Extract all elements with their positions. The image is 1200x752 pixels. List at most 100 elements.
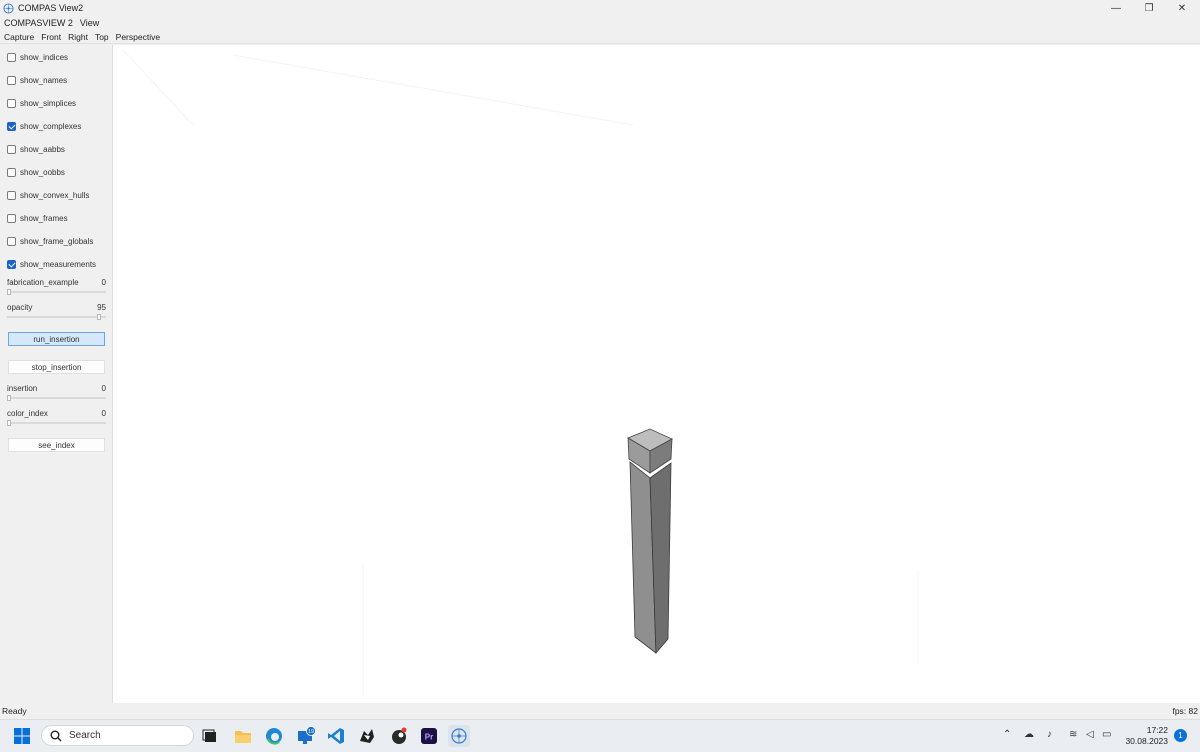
slider-track[interactable]	[7, 422, 106, 424]
taskbar-search-box[interactable]: Search	[41, 725, 194, 746]
slider-name: fabrication_example	[7, 278, 79, 287]
task-view-icon[interactable]	[199, 725, 221, 747]
volume-icon[interactable]: ◁	[1086, 729, 1094, 740]
checkbox-show-oobbs[interactable]: show_oobbs	[7, 166, 65, 178]
checkbox-show-indices[interactable]: show_indices	[7, 51, 68, 63]
fps-counter: fps: 82	[1172, 706, 1198, 716]
checkbox-show-measurements[interactable]: show_measurements	[7, 258, 96, 270]
search-placeholder: Search	[69, 730, 101, 741]
chevron-up-icon[interactable]: ⌃	[1003, 729, 1011, 740]
checkbox-show-complexes[interactable]: show_complexes	[7, 120, 81, 132]
slider-value: 95	[97, 303, 106, 312]
menu-compasview[interactable]: COMPASVIEW 2	[4, 18, 73, 28]
slider-track[interactable]	[7, 291, 106, 293]
compas-app-icon	[3, 2, 14, 14]
toolbar-capture[interactable]: Capture	[4, 32, 34, 42]
search-icon	[50, 730, 62, 741]
scene-canvas[interactable]	[113, 45, 1200, 703]
checkbox-show-frames[interactable]: show_frames	[7, 212, 68, 224]
premiere-pro-icon[interactable]: Pr	[418, 725, 440, 747]
stop-insertion-button[interactable]: stop_insertion	[8, 360, 105, 374]
slider-track[interactable]	[7, 316, 106, 318]
checkbox-label: show_complexes	[20, 121, 82, 131]
slider-label-fabrication-example: fabrication_example 0	[7, 278, 106, 287]
checkbox-box[interactable]	[7, 52, 16, 62]
checkbox-label: show_simplices	[20, 98, 77, 108]
see-index-button[interactable]: see_index	[8, 438, 105, 452]
toolbar-top[interactable]: Top	[95, 32, 109, 42]
slider-label-insertion: insertion 0	[7, 384, 106, 393]
slider-label-color-index: color_index 0	[7, 409, 106, 418]
slider-value: 0	[101, 409, 106, 418]
slider-handle[interactable]	[97, 314, 101, 320]
clock-date: 30.08.2023	[1125, 736, 1168, 746]
taskbar-clock[interactable]: 17:22 30.08.2023	[1124, 725, 1168, 747]
vscode-icon[interactable]	[325, 725, 347, 747]
edge-browser-icon[interactable]	[263, 725, 285, 747]
remote-badge: 19	[308, 729, 314, 735]
slider-track[interactable]	[7, 397, 106, 399]
battery-icon[interactable]: ▭	[1102, 729, 1111, 740]
checkbox-box[interactable]	[7, 144, 16, 154]
toolbar-perspective[interactable]: Perspective	[116, 32, 160, 42]
checkbox-box[interactable]	[7, 121, 16, 131]
checkbox-label: show_frame_globals	[20, 236, 94, 246]
file-explorer-icon[interactable]	[232, 725, 254, 747]
checkbox-show-convex-hulls[interactable]: show_convex_hulls	[7, 189, 89, 201]
notification-badge[interactable]: 1	[1174, 729, 1187, 742]
slider-label-opacity: opacity 95	[7, 303, 106, 312]
checkbox-box[interactable]	[7, 167, 16, 177]
run-insertion-button[interactable]: run_insertion	[8, 332, 105, 346]
toolbar-front[interactable]: Front	[41, 32, 61, 42]
title-bar: COMPAS View2	[0, 0, 1200, 16]
wifi-icon[interactable]: ≋	[1069, 729, 1077, 740]
slider-handle[interactable]	[7, 289, 11, 295]
checkbox-show-names[interactable]: show_names	[7, 74, 67, 86]
checkbox-label: show_frames	[20, 213, 68, 223]
slider-color-index[interactable]	[7, 420, 106, 426]
toolbar-right[interactable]: Right	[68, 32, 88, 42]
slider-opacity[interactable]	[7, 314, 106, 320]
column-element[interactable]	[627, 428, 673, 655]
view-toolbar: Capture Front Right Top Perspective	[0, 30, 1200, 44]
windows-taskbar: Search 19 Pr ⌃ ☁ ♪ ≋ ◁ ▭ 17:22 30.08.202…	[0, 719, 1200, 752]
slider-handle[interactable]	[7, 395, 11, 401]
checkbox-label: show_aabbs	[20, 144, 65, 154]
slider-insertion[interactable]	[7, 395, 106, 401]
restore-button[interactable]: ❐	[1132, 0, 1166, 16]
checkbox-label: show_measurements	[20, 259, 97, 269]
checkbox-label: show_convex_hulls	[20, 190, 90, 200]
checkbox-show-aabbs[interactable]: show_aabbs	[7, 143, 65, 155]
menu-view[interactable]: View	[80, 18, 99, 28]
checkbox-show-frame-globals[interactable]: show_frame_globals	[7, 235, 93, 247]
slider-fabrication-example[interactable]	[7, 289, 106, 295]
checkbox-box[interactable]	[7, 236, 16, 246]
close-button[interactable]: ✕	[1165, 0, 1199, 16]
slider-name: color_index	[7, 409, 48, 418]
minimize-button[interactable]: —	[1099, 0, 1133, 16]
checkbox-label: show_indices	[20, 52, 69, 62]
compas-view-icon[interactable]	[448, 725, 470, 747]
checkbox-box[interactable]	[7, 259, 16, 269]
ground-grid	[122, 49, 919, 695]
slider-handle[interactable]	[7, 420, 11, 426]
checkbox-box[interactable]	[7, 98, 16, 108]
clock-time: 17:22	[1146, 725, 1168, 735]
grasshopper-icon[interactable]	[388, 725, 410, 747]
status-bar: Ready fps: 82	[0, 703, 1200, 719]
control-sidebar: show_indices show_names show_simplices s…	[0, 45, 113, 703]
onedrive-icon[interactable]: ☁	[1024, 729, 1034, 740]
checkbox-box[interactable]	[7, 75, 16, 85]
3d-viewport[interactable]	[113, 45, 1200, 703]
windows-start-icon[interactable]	[11, 725, 33, 747]
remote-desktop-icon[interactable]: 19	[295, 725, 317, 747]
rhino-icon[interactable]	[356, 725, 378, 747]
slider-value: 0	[101, 384, 106, 393]
checkbox-box[interactable]	[7, 213, 16, 223]
slider-name: insertion	[7, 384, 38, 393]
window-title: COMPAS View2	[18, 3, 84, 13]
microphone-icon[interactable]: ♪	[1047, 729, 1052, 740]
checkbox-show-simplices[interactable]: show_simplices	[7, 97, 76, 109]
premiere-label: Pr	[425, 733, 433, 742]
checkbox-box[interactable]	[7, 190, 16, 200]
